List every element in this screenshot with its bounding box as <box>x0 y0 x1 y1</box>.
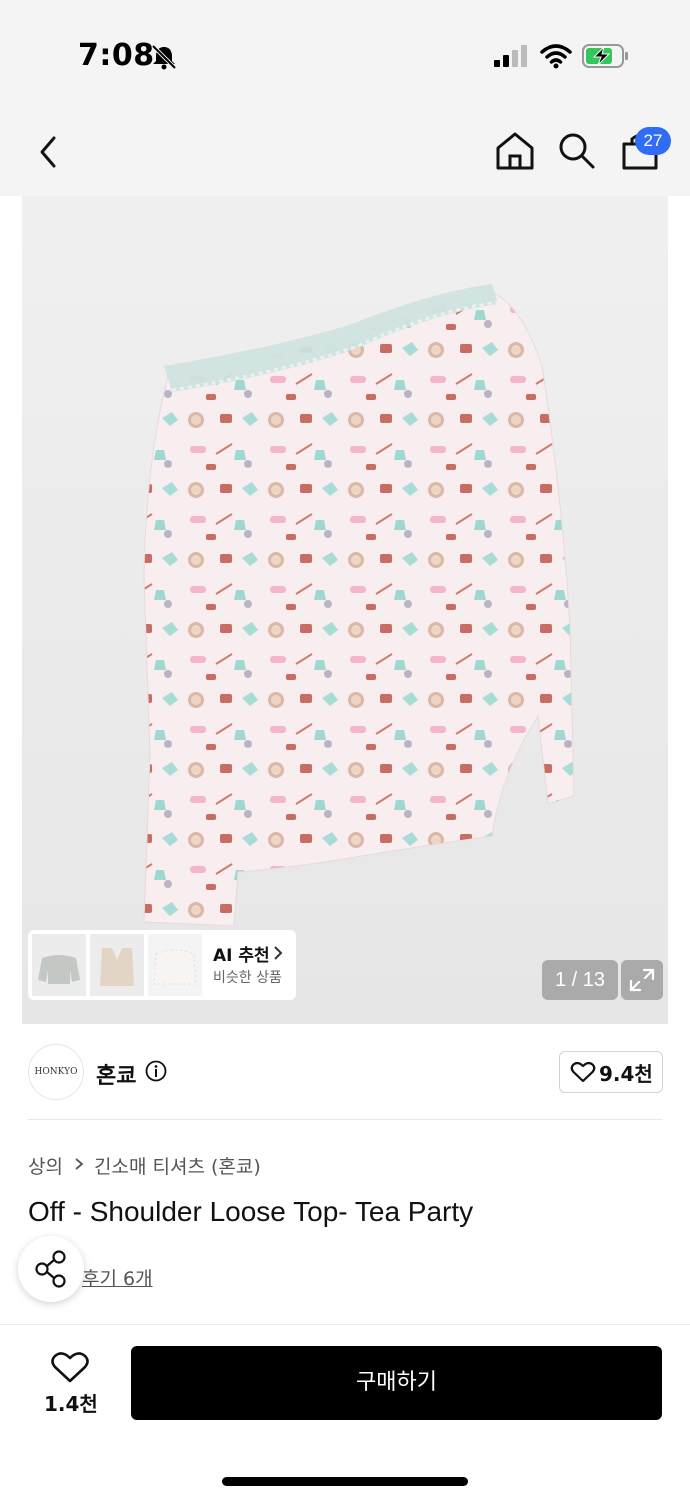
search-icon <box>559 133 595 169</box>
silent-bell-icon <box>151 44 177 70</box>
thumbnail-image <box>38 955 80 984</box>
cart-count-badge: 27 <box>635 127 671 155</box>
recommendation-thumbnail[interactable] <box>32 934 86 996</box>
expand-image-button[interactable] <box>621 960 663 1000</box>
status-time: 7:08 <box>78 38 155 73</box>
cellular-signal-icon <box>494 45 527 67</box>
buy-button[interactable]: 구매하기 <box>131 1346 662 1420</box>
share-icon <box>35 1250 66 1288</box>
back-button[interactable] <box>30 130 70 174</box>
product-image-gallery[interactable] <box>22 196 668 1024</box>
ai-recommendation-subtitle: 비슷한 상품 <box>213 970 282 986</box>
battery-charging-icon <box>582 44 628 68</box>
share-button[interactable] <box>18 1236 84 1302</box>
divider <box>0 1324 690 1325</box>
brand-info-button[interactable] <box>145 1060 167 1082</box>
breadcrumb-subcategory[interactable]: 긴소매 티셔츠 (혼쿄) <box>94 1152 261 1179</box>
breadcrumb-category[interactable]: 상의 <box>28 1152 63 1179</box>
brand-name[interactable]: 혼쿄 <box>96 1058 136 1090</box>
product-like-count: 1.4천 <box>44 1392 98 1416</box>
thumbnail-image <box>148 934 202 996</box>
heart-icon <box>51 1352 89 1383</box>
chevron-right-icon <box>274 946 283 960</box>
divider <box>28 1119 662 1120</box>
chevron-right-icon <box>75 1158 84 1170</box>
product-image <box>143 284 575 927</box>
thumbnail-image <box>100 948 134 986</box>
info-icon <box>145 1060 167 1082</box>
reviews-link[interactable]: 후기 6개 <box>82 1264 153 1291</box>
ai-recommendation-title: AI 추천 <box>213 946 270 966</box>
wifi-icon <box>540 44 572 69</box>
home-indicator <box>222 1477 468 1486</box>
recommendation-thumbnail[interactable] <box>90 934 144 996</box>
recommendation-thumbnail[interactable] <box>148 934 202 996</box>
brand-logo[interactable]: HONKYO <box>28 1044 84 1100</box>
chevron-left-icon <box>40 136 56 168</box>
search-button[interactable] <box>556 130 598 172</box>
brand-like-count: 9.4천 <box>599 1062 653 1086</box>
product-title: Off - Shoulder Loose Top- Tea Party <box>28 1196 474 1227</box>
image-counter: 1 / 13 <box>542 960 618 1000</box>
home-icon <box>496 132 534 170</box>
expand-icon <box>629 968 655 992</box>
heart-icon <box>570 1061 596 1083</box>
home-button[interactable] <box>494 130 536 172</box>
